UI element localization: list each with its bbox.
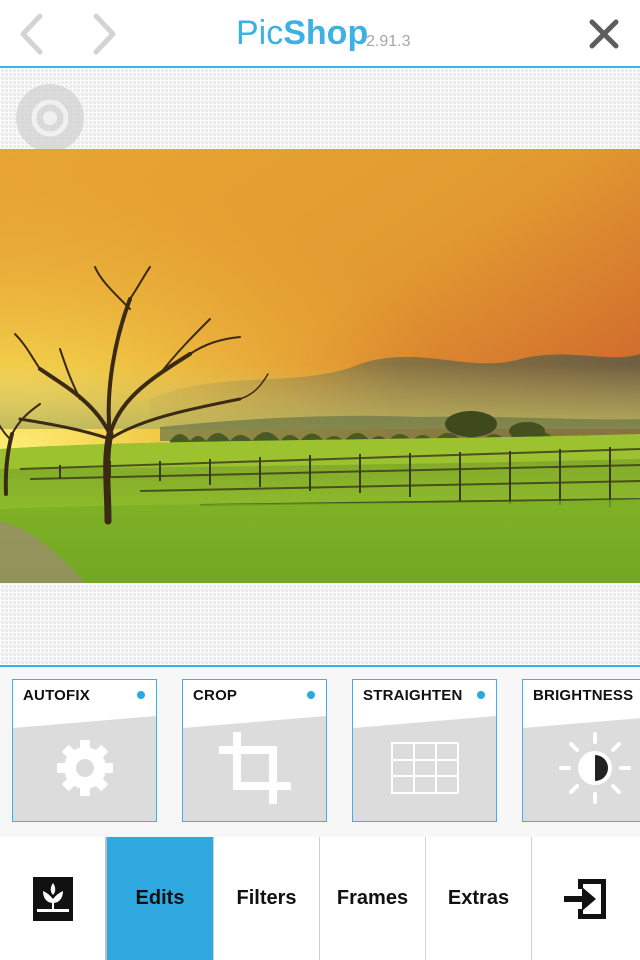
tool-crop-label: CROP (193, 687, 238, 704)
app-title-light: Pic (236, 14, 284, 52)
close-button[interactable] (582, 12, 626, 56)
tab-edits-label: Edits (135, 887, 185, 909)
tab-filters[interactable]: Filters (214, 837, 320, 960)
tool-autofix[interactable]: AUTOFIX (12, 679, 157, 822)
photo[interactable] (0, 149, 640, 583)
brightness-icon (559, 732, 631, 804)
tool-autofix-label: AUTOFIX (23, 687, 90, 704)
back-button[interactable] (10, 10, 58, 58)
compare-button[interactable] (16, 84, 84, 152)
tab-edits[interactable]: Edits (107, 837, 214, 960)
chevron-right-icon (93, 13, 116, 55)
tab-filters-label: Filters (236, 887, 297, 909)
gallery-icon (32, 876, 73, 921)
tool-indicator-dot (137, 691, 145, 699)
export-button[interactable] (532, 837, 640, 960)
crop-icon (219, 732, 291, 804)
chevron-left-icon (20, 13, 43, 55)
app-title-bold: Shop (283, 14, 369, 52)
tool-crop[interactable]: CROP (182, 679, 327, 822)
tool-straighten[interactable]: STRAIGHTEN (352, 679, 497, 822)
app-version: 2.91.3 (366, 33, 411, 50)
tab-frames[interactable]: Frames (320, 837, 426, 960)
tab-extras-label: Extras (447, 887, 510, 909)
tab-frames-label: Frames (336, 887, 409, 909)
tools-strip: AUTOFIX CROP STRAIGHTEN BRIGHTNESS (0, 665, 640, 839)
tab-extras[interactable]: Extras (426, 837, 532, 960)
compare-icon (31, 99, 69, 137)
app-title: PicShop (236, 14, 368, 54)
tool-brightness[interactable]: BRIGHTNESS (522, 679, 640, 822)
export-icon (564, 878, 606, 919)
tool-indicator-dot (307, 691, 315, 699)
tool-straighten-label: STRAIGHTEN (363, 687, 463, 704)
image-canvas[interactable] (0, 68, 640, 665)
gear-icon (57, 740, 113, 796)
gallery-button[interactable] (0, 837, 107, 960)
top-bar: PicShop 2.91.3 (0, 0, 640, 68)
bottom-tab-bar: Edits Filters Frames Extras (0, 837, 640, 960)
forward-button[interactable] (80, 10, 128, 58)
grid-icon (391, 742, 459, 794)
tool-indicator-dot (477, 691, 485, 699)
tool-brightness-label: BRIGHTNESS (533, 687, 634, 704)
close-icon (589, 19, 619, 49)
